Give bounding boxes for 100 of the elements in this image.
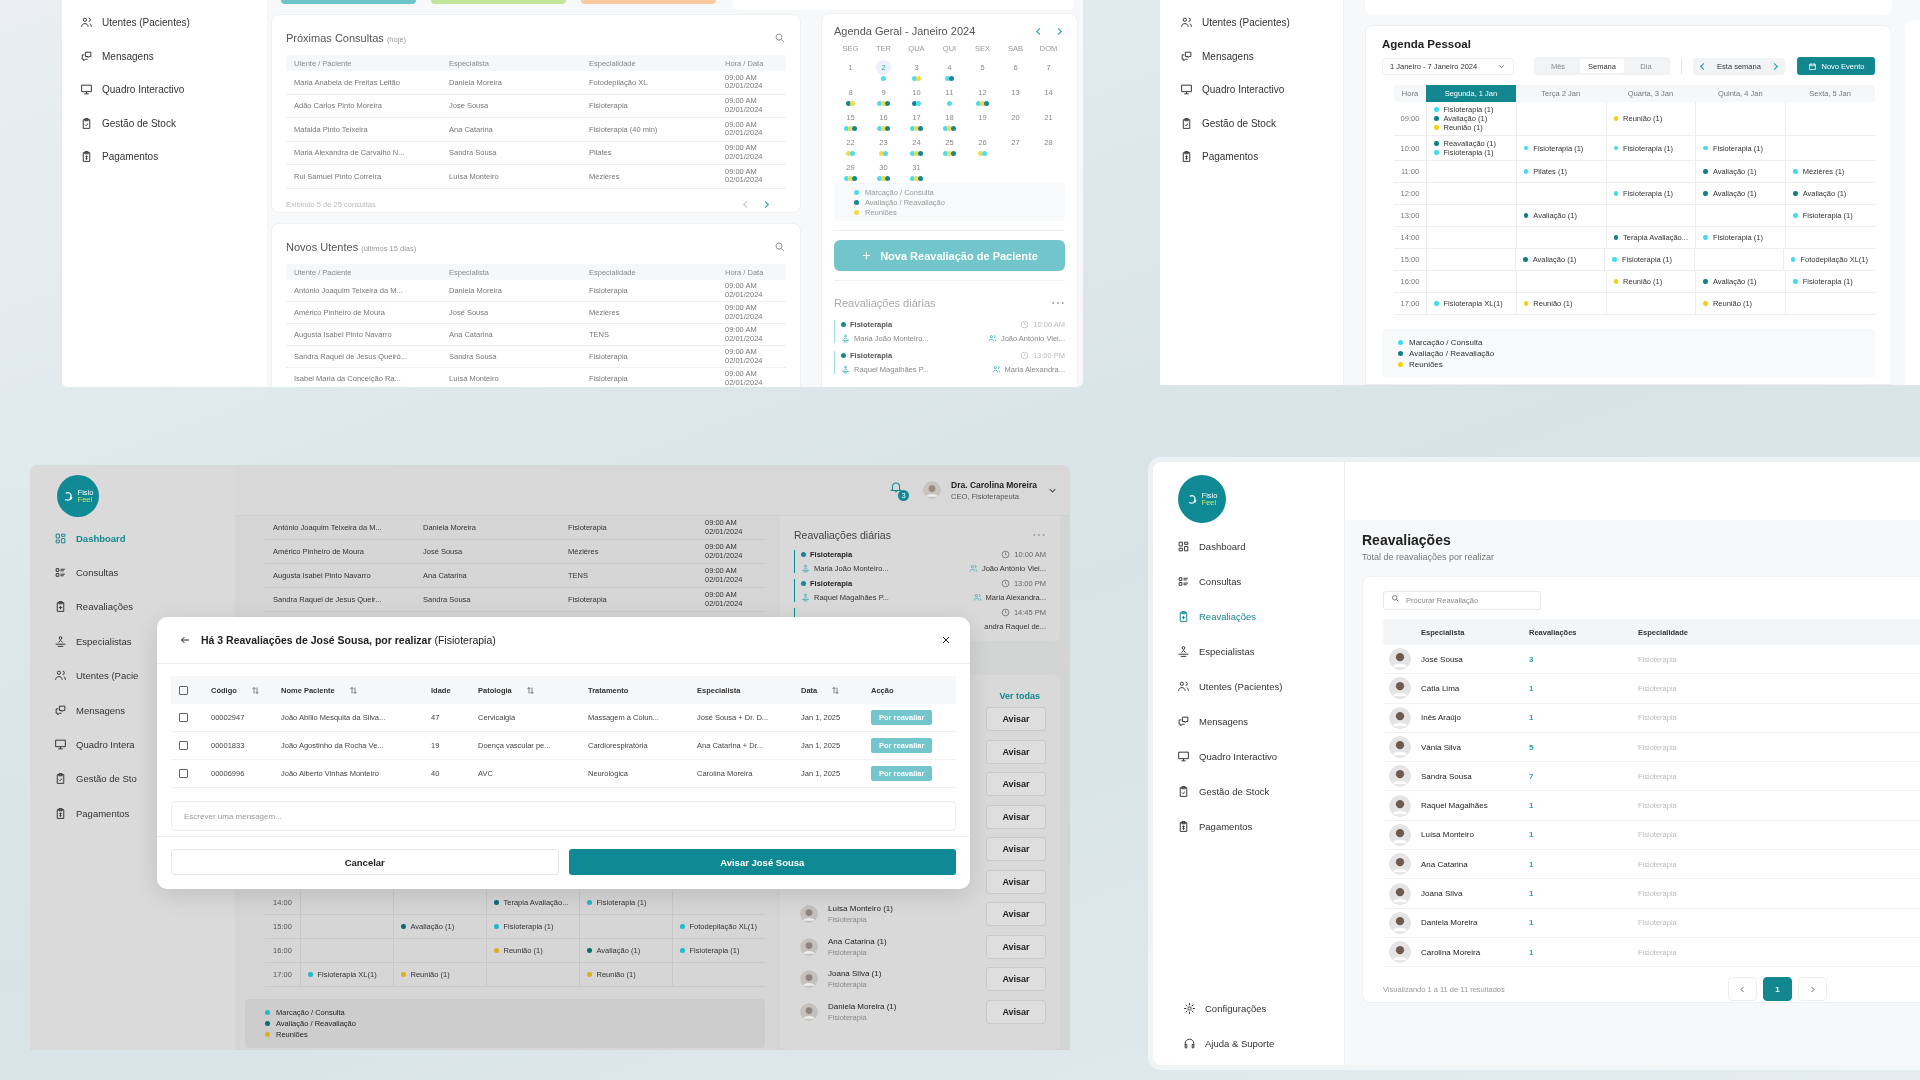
nav-item[interactable]: Quadro Interactivo — [80, 73, 267, 107]
nav-item[interactable]: Quadro Interactivo — [1180, 73, 1343, 107]
legend-label: Reuniões — [1409, 360, 1443, 369]
checkbox[interactable] — [179, 741, 188, 750]
table-cell-text: Inês Araújo — [1421, 713, 1463, 723]
sort-icon[interactable] — [250, 685, 260, 695]
event-dot — [1613, 235, 1619, 240]
notify-button[interactable]: Avisar — [986, 967, 1046, 992]
checkbox[interactable] — [179, 685, 188, 695]
notify-button[interactable]: Avisar José Sousa — [568, 849, 956, 875]
table-cell-text: Cátia Lima — [1421, 683, 1461, 693]
specialist-name: Luísa Monteiro (1) — [828, 904, 893, 914]
search-icon — [1391, 594, 1400, 603]
nav-item[interactable]: Quadro Interactivo — [1153, 739, 1344, 774]
nav-item[interactable]: Utentes (Pacientes) — [80, 6, 267, 40]
notify-button[interactable]: Avisar — [986, 902, 1046, 927]
event-dot — [1793, 279, 1798, 284]
person-icon — [841, 365, 850, 374]
table-cell-text: 1 — [1529, 830, 1535, 840]
user-name: Dra. Carolina Moreira — [951, 479, 1037, 490]
notify-button[interactable]: Avisar — [986, 869, 1046, 894]
nav-item[interactable]: Utentes (Pacientes) — [1153, 669, 1344, 704]
sort-icon[interactable] — [525, 685, 535, 695]
event-dot — [1613, 191, 1619, 196]
list-icon — [54, 566, 67, 580]
nav-item[interactable]: Especialistas — [1153, 634, 1344, 669]
nav-item[interactable]: Configurações — [1153, 991, 1344, 1026]
avatar — [800, 905, 818, 924]
avatar — [1389, 941, 1411, 964]
specialist-name: Daniela Moreira (1) — [828, 1001, 897, 1011]
card-title: Agenda Geral - Janeiro 2024 — [834, 25, 976, 37]
table-cell-text: 1 — [1529, 683, 1535, 693]
back-arrow-icon[interactable] — [179, 634, 191, 646]
nav-item[interactable]: Pagamentos — [1180, 140, 1343, 174]
notify-button[interactable]: Avisar — [986, 999, 1046, 1024]
avatar — [800, 970, 818, 989]
clipboard-icon — [54, 806, 67, 820]
notify-button[interactable]: Avisar — [986, 837, 1046, 862]
notify-button[interactable]: Avisar — [986, 804, 1046, 829]
event-dot — [1703, 279, 1708, 284]
notify-button[interactable]: Avisar — [986, 707, 1046, 732]
list-icon — [1177, 575, 1190, 588]
avatar — [1389, 648, 1411, 671]
nav-item[interactable]: Pagamentos — [1153, 809, 1344, 844]
event-dot — [1523, 257, 1528, 262]
nav-item[interactable]: Reavaliações — [30, 589, 235, 625]
notify-button[interactable]: Avisar — [986, 739, 1046, 764]
event-dot — [1613, 279, 1619, 284]
avatar — [1389, 882, 1411, 905]
checkbox[interactable] — [179, 713, 188, 722]
nav-item[interactable]: Dashboard — [1153, 529, 1344, 564]
event-dot — [1523, 169, 1529, 174]
event-dot — [1793, 169, 1798, 174]
clipboard-icon — [1177, 785, 1190, 798]
clipboard-icon — [80, 116, 93, 130]
page-button[interactable]: 1 — [1763, 977, 1792, 1002]
sort-icon[interactable] — [831, 685, 841, 695]
nav-item[interactable]: Utentes (Pacientes) — [1180, 6, 1343, 40]
users-icon — [54, 669, 67, 683]
person-icon — [841, 334, 850, 343]
legend-label: Marcação / Consulta — [1409, 338, 1483, 347]
message-field[interactable]: Escrever uma mensagem... — [171, 801, 956, 831]
nav-item[interactable]: Gestão de Stock — [1153, 774, 1344, 809]
nav-item[interactable]: Consultas — [1153, 564, 1344, 599]
search-icon[interactable] — [774, 32, 786, 44]
nav-item[interactable]: Reavaliações — [1153, 599, 1344, 634]
chat-icon — [54, 703, 67, 717]
grid-icon — [1177, 540, 1190, 553]
nav-item[interactable]: Consultas — [30, 555, 235, 590]
checkbox[interactable] — [179, 769, 188, 778]
nav-item[interactable]: Mensagens — [80, 39, 267, 73]
sort-icon[interactable] — [348, 685, 358, 695]
nav-item[interactable]: Mensagens — [1153, 704, 1344, 739]
event-dot — [680, 948, 685, 953]
cancel-button[interactable]: Cancelar — [171, 849, 559, 875]
notify-button[interactable]: Avisar — [986, 772, 1046, 797]
clock-icon — [1020, 320, 1030, 329]
nav-item[interactable]: Gestão de Stock — [80, 106, 267, 140]
nav-item[interactable]: Mensagens — [1180, 39, 1343, 73]
event-dot — [401, 924, 406, 929]
nav-item[interactable]: Ajuda & Suporte — [1153, 1026, 1344, 1061]
chevron-right-icon — [1808, 984, 1817, 994]
table-cell-text: 7 — [1529, 771, 1535, 781]
nav-item[interactable]: Gestão de Stock — [1180, 106, 1343, 140]
more-icon[interactable] — [1032, 532, 1046, 538]
close-icon[interactable] — [940, 634, 952, 646]
table-cell-text: 1 — [1529, 889, 1535, 898]
avatar — [1389, 736, 1411, 759]
chat-icon — [1177, 715, 1190, 728]
chat-icon — [80, 49, 93, 63]
specialist-name: Joana Silva (1) — [828, 969, 882, 979]
person-icon — [801, 593, 810, 602]
more-icon[interactable] — [1051, 300, 1065, 306]
nav-item[interactable]: Pagamentos — [80, 140, 267, 174]
search-icon[interactable] — [774, 241, 786, 253]
users-icon — [80, 16, 93, 30]
event-dot — [1523, 213, 1529, 218]
notify-button[interactable]: Avisar — [986, 934, 1046, 959]
monitor-icon — [80, 83, 93, 97]
person-icon — [54, 634, 67, 648]
